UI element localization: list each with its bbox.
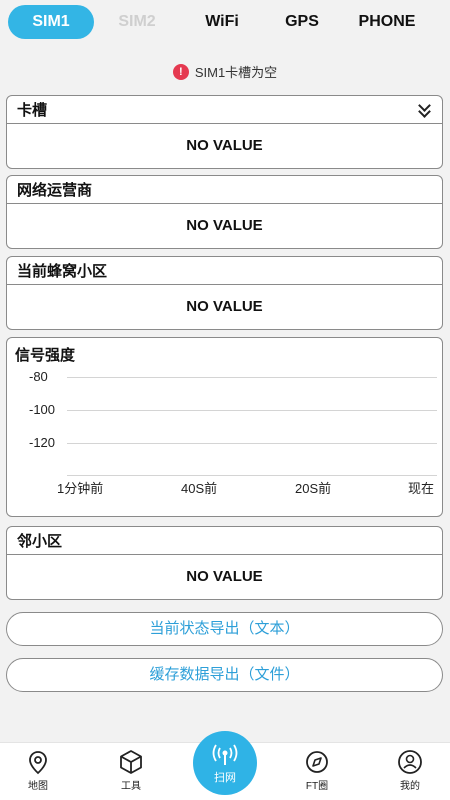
tab-wifi[interactable]: WiFi [192,13,252,31]
slot-card-header[interactable]: 卡槽 [7,96,442,124]
neighbor-card-title: 邻小区 [17,533,63,550]
nav-tools-label: 工具 [121,781,141,792]
alert-icon: ! [172,63,189,80]
neighbor-cell-card: 邻小区 NO VALUE [6,526,443,600]
nav-me[interactable]: 我的 [380,749,440,792]
nav-scan-button[interactable]: 扫网 [193,731,257,795]
slot-card: 卡槽 NO VALUE [6,95,443,169]
nav-tools[interactable]: 工具 [101,749,161,792]
x-tick-label: 40S前 [181,481,218,496]
tab-sim2[interactable]: SIM2 [102,13,172,31]
bottom-nav: 地图 工具 扫网 FT圈 我的 [0,731,450,800]
alert-text: SIM1卡槽为空 [194,65,278,80]
map-pin-icon [29,751,47,775]
compass-icon [306,751,328,773]
operator-card-header: 网络运营商 [7,176,442,204]
nav-map-label: 地图 [28,781,48,792]
grid-line [67,475,437,476]
operator-card-value: NO VALUE [186,217,263,234]
export-file-button[interactable]: 缓存数据导出（文件） [6,658,443,692]
nav-map[interactable]: 地图 [8,749,68,792]
y-tick-label: -100 [29,402,56,417]
box-tools-icon [120,750,142,774]
grid-line [67,443,437,444]
tab-sim1[interactable]: SIM1 [8,5,94,39]
nav-scan-label: 扫网 [214,772,236,784]
x-tick-label: 1分钟前 [57,481,104,496]
slot-card-title: 卡槽 [17,102,48,119]
slot-card-value: NO VALUE [186,137,263,154]
neighbor-card-value: NO VALUE [186,568,263,585]
x-tick-label: 20S前 [295,481,332,496]
nav-me-label: 我的 [400,781,420,792]
nav-ft[interactable]: FT圈 [287,749,347,792]
grid-line [67,377,437,378]
operator-card-title: 网络运营商 [17,182,93,199]
tab-gps[interactable]: GPS [272,13,332,31]
cell-card-header: 当前蜂窝小区 [7,257,442,285]
tab-phone[interactable]: PHONE [352,13,422,31]
sim-tabs: SIM1 SIM2 WiFi GPS PHONE [0,0,450,44]
y-tick-label: -120 [29,435,56,450]
cell-card: 当前蜂窝小区 NO VALUE [6,256,443,330]
sim-empty-alert: ! SIM1卡槽为空 [0,62,450,81]
antenna-signal-icon [212,744,238,765]
operator-card: 网络运营商 NO VALUE [6,175,443,249]
grid-line [67,410,437,411]
neighbor-card-header: 邻小区 [7,527,442,555]
cell-card-title: 当前蜂窝小区 [17,263,108,280]
x-tick-label: 现在 [408,481,435,496]
export-text-button[interactable]: 当前状态导出（文本） [6,612,443,646]
nav-ft-label: FT圈 [305,781,329,792]
cell-card-value: NO VALUE [186,298,263,315]
signal-strength-title: 信号强度 [15,347,76,364]
user-icon [398,750,422,774]
chevron-double-down-icon[interactable] [418,103,432,117]
y-tick-label: -80 [29,369,48,384]
signal-strength-card: 信号强度 -80 -100 -120 1分钟前 40S前 20S前 现在 [6,337,443,517]
